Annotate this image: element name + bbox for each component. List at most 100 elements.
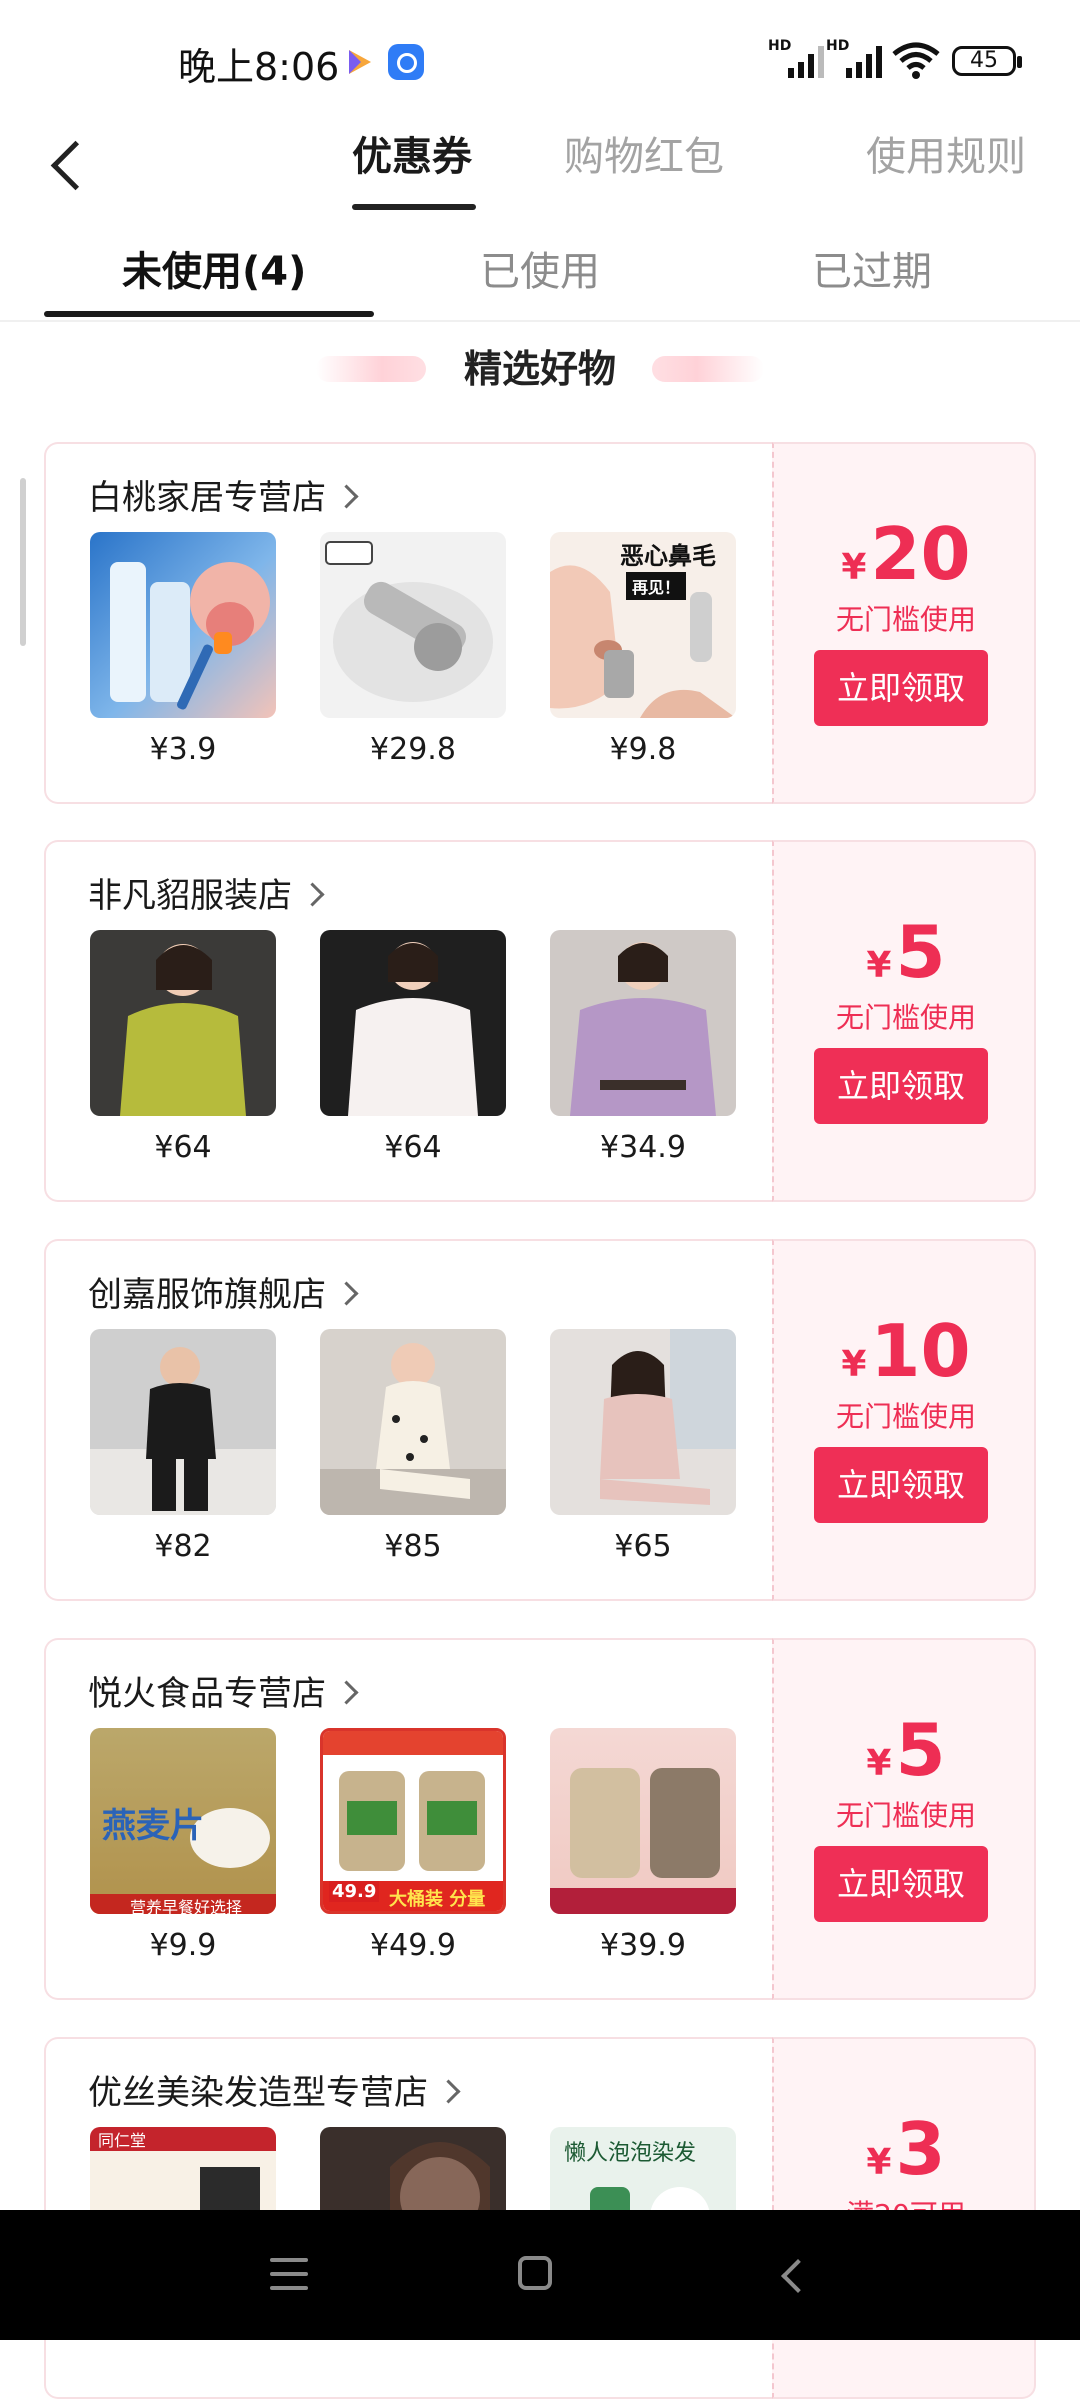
tab-expired[interactable]: 已过期 — [812, 239, 932, 297]
tab-shopping-redpacket[interactable]: 购物红包 — [564, 124, 724, 182]
coupon-panel: ¥20 无门槛使用 立即领取 — [772, 442, 1036, 804]
product-price: ¥82 — [154, 1529, 212, 1564]
coupon-condition: 无门槛使用 — [835, 603, 976, 636]
image-caption: 再见！ — [626, 572, 687, 600]
chevron-right-icon — [436, 2079, 461, 2104]
product-image[interactable] — [550, 1728, 736, 1914]
image-caption: 49.9 — [329, 1881, 380, 1902]
product-price: ¥3.9 — [149, 732, 217, 767]
currency-symbol: ¥ — [866, 1743, 892, 1784]
product-price: ¥64 — [384, 1130, 442, 1165]
notification-app-icon — [388, 44, 424, 80]
scrollbar[interactable] — [20, 478, 26, 646]
product-price: ¥9.9 — [149, 1928, 217, 1963]
coupon-amount: ¥5 — [774, 910, 1038, 994]
store-coupon-card: 白桃家居专营店 恶心鼻毛 再见！ ¥3.9 ¥29.8 ¥9.8 ¥20 无门槛… — [44, 442, 1036, 804]
coupon-panel: ¥10 无门槛使用 立即领取 — [772, 1239, 1036, 1601]
product-image[interactable] — [320, 532, 506, 718]
tab-usage-rules[interactable]: 使用规则 — [866, 124, 1026, 182]
product-image[interactable] — [90, 532, 276, 718]
currency-symbol: ¥ — [866, 945, 892, 986]
product-price: ¥39.9 — [600, 1928, 686, 1963]
store-name: 悦火食品专营店 — [88, 1674, 326, 1714]
product-price: ¥85 — [384, 1529, 442, 1564]
wifi-icon — [892, 42, 940, 79]
claim-coupon-button[interactable]: 立即领取 — [814, 1846, 988, 1922]
section-header: 精选好物 — [0, 338, 1080, 398]
tab-coupons[interactable]: 优惠券 — [352, 124, 472, 182]
currency-symbol: ¥ — [841, 547, 867, 588]
coupon-amount: ¥10 — [774, 1309, 1038, 1393]
store-name: 白桃家居专营店 — [88, 478, 326, 518]
image-caption: 大桶装 分量足 — [389, 1889, 486, 1910]
system-back-button[interactable] — [778, 2260, 808, 2290]
nose-trimmer-image — [325, 541, 493, 702]
active-subtab-indicator — [44, 311, 374, 317]
coupon-status-tabs: 未使用(4) 已使用 已过期 — [0, 225, 1080, 322]
chevron-right-icon — [334, 1680, 359, 1705]
store-panel: 悦火食品专营店 燕麦片 营养早餐好选择 49.9 大桶装 分量足 — [44, 1638, 772, 2000]
chevron-right-icon — [334, 484, 359, 509]
coupon-amount: ¥20 — [774, 512, 1038, 596]
chevron-right-icon — [300, 882, 325, 907]
store-panel: 白桃家居专营店 恶心鼻毛 再见！ ¥3.9 ¥29.8 ¥9.8 — [44, 442, 772, 804]
claim-coupon-button[interactable]: 立即领取 — [814, 650, 988, 726]
store-coupon-card: 非凡貂服装店 ¥64 ¥64 ¥34.9 ¥5 无门槛使用 立即领取 — [44, 840, 1036, 1202]
top-header: 优惠券 购物红包 使用规则 — [0, 120, 1080, 220]
store-link[interactable]: 白桃家居专营店 — [88, 470, 359, 519]
coupon-condition: 无门槛使用 — [835, 1799, 976, 1832]
claim-coupon-button[interactable]: 立即领取 — [814, 1048, 988, 1124]
status-time: 晚上8:06 — [178, 45, 340, 89]
battery-icon: 45 — [952, 46, 1022, 76]
product-image[interactable] — [90, 930, 276, 1116]
purple-top-image — [570, 942, 716, 1116]
product-price: ¥9.8 — [609, 732, 677, 767]
store-panel: 非凡貂服装店 ¥64 ¥64 ¥34.9 — [44, 840, 772, 1202]
pink-pajamas-image — [600, 1329, 736, 1505]
store-link[interactable]: 创嘉服饰旗舰店 — [88, 1267, 359, 1316]
product-image[interactable] — [90, 1329, 276, 1515]
coupon-value: 3 — [895, 2107, 946, 2191]
product-price: ¥64 — [154, 1130, 212, 1165]
store-name: 非凡貂服装店 — [88, 876, 292, 916]
store-link[interactable]: 悦火食品专营店 — [88, 1666, 359, 1715]
system-nav-bar — [0, 2210, 1080, 2340]
product-image[interactable] — [550, 1329, 736, 1515]
coupon-panel: ¥5 无门槛使用 立即领取 — [772, 840, 1036, 1202]
tab-used[interactable]: 已使用 — [480, 239, 600, 297]
image-caption: 同仁堂 — [98, 2131, 147, 2150]
image-caption: 恶心鼻毛 — [620, 542, 716, 570]
section-title: 精选好物 — [463, 347, 616, 391]
product-image[interactable]: 49.9 大桶装 分量足 — [320, 1728, 506, 1914]
oats-jar-image — [550, 1768, 736, 1914]
coupon-condition: 无门槛使用 — [835, 1001, 976, 1034]
status-bar: 晚上8:06 HD HD 45 — [0, 0, 1080, 120]
store-coupon-card: 悦火食品专营店 燕麦片 营养早餐好选择 49.9 大桶装 分量足 — [44, 1638, 1036, 2000]
product-image[interactable]: 恶心鼻毛 再见！ — [550, 532, 736, 718]
coupon-value: 5 — [895, 1708, 946, 1792]
product-price: ¥29.8 — [370, 732, 456, 767]
product-image[interactable] — [550, 930, 736, 1116]
coupon-value: 10 — [870, 1309, 971, 1393]
video-app-icon — [349, 50, 371, 74]
currency-symbol: ¥ — [866, 2142, 892, 2183]
recent-apps-button[interactable] — [270, 2258, 308, 2292]
image-caption: 营养早餐好选择 — [130, 1898, 243, 1914]
back-button[interactable] — [44, 124, 104, 204]
coupon-panel: ¥5 无门槛使用 立即领取 — [772, 1638, 1036, 2000]
coupon-amount: ¥5 — [774, 1708, 1038, 1792]
coupon-value: 20 — [870, 512, 971, 596]
product-image[interactable] — [320, 1329, 506, 1515]
claim-coupon-button[interactable]: 立即领取 — [814, 1447, 988, 1523]
image-caption: 懒人泡泡染发 — [564, 2141, 697, 2166]
product-image[interactable] — [320, 930, 506, 1116]
product-image[interactable]: 燕麦片 营养早餐好选择 — [90, 1728, 276, 1914]
coupon-condition: 无门槛使用 — [835, 1400, 976, 1433]
home-button[interactable] — [518, 2256, 552, 2290]
store-link[interactable]: 优丝美染发造型专营店 — [88, 2065, 461, 2114]
store-coupon-card: 创嘉服饰旗舰店 ¥82 ¥85 ¥65 ¥10 无门槛使用 立即领取 — [44, 1239, 1036, 1601]
polka-dot-pajamas-image — [320, 1343, 506, 1515]
coupon-value: 5 — [895, 910, 946, 994]
store-link[interactable]: 非凡貂服装店 — [88, 868, 325, 917]
tab-unused[interactable]: 未使用(4) — [122, 239, 306, 297]
